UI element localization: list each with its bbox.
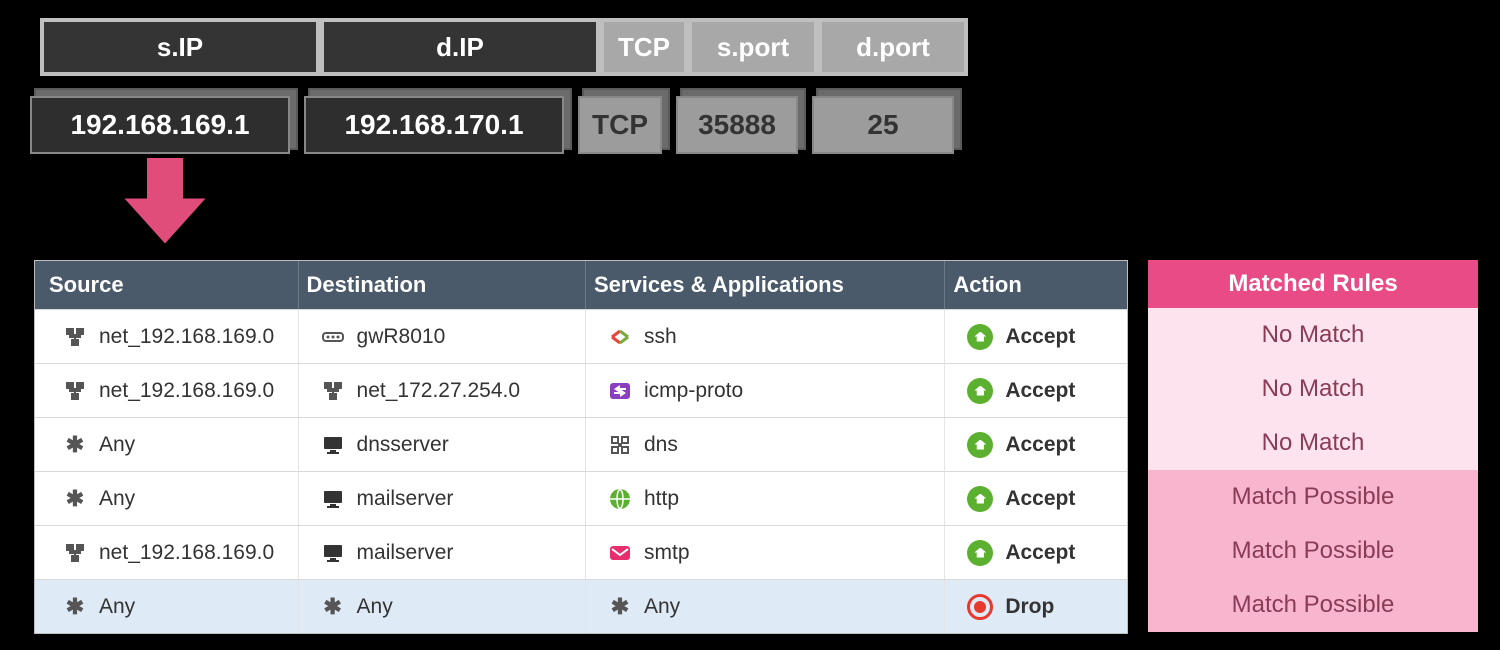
any-icon: ✱ (63, 595, 87, 619)
any-icon: ✱ (63, 487, 87, 511)
accept-icon (967, 378, 993, 404)
accept-icon (967, 432, 993, 458)
network-icon (63, 325, 87, 349)
any-icon: ✱ (608, 595, 632, 619)
cell-text: dnsserver (357, 433, 449, 457)
action-text: Accept (1005, 379, 1075, 403)
table-row[interactable]: net_192.168.169.0 mailserver smtp Accept (35, 525, 1127, 579)
matched-row: No Match (1148, 416, 1478, 470)
table-row[interactable]: net_192.168.169.0 net_172.27.254.0 icmp-pr… (35, 363, 1127, 417)
down-arrow-icon (120, 158, 210, 248)
cell-text: icmp-proto (644, 379, 743, 403)
table-row[interactable]: ✱ Any mailserver http Accept (35, 471, 1127, 525)
table-row[interactable]: net_192.168.169.0 gwR8010 ssh Accept (35, 309, 1127, 363)
cell-text: net_192.168.169.0 (99, 379, 274, 403)
cell-text: ssh (644, 325, 677, 349)
matched-row: No Match (1148, 308, 1478, 362)
table-row[interactable]: ✱ Any ✱ Any ✱ Any Drop (35, 579, 1127, 633)
cell-text: smtp (644, 541, 690, 565)
any-icon: ✱ (63, 433, 87, 457)
packet-header-labels: s.IP d.IP TCP s.port d.port (40, 18, 968, 76)
action-text: Drop (1005, 595, 1054, 619)
network-icon (321, 379, 345, 403)
accept-icon (967, 324, 993, 350)
cell-text: dns (644, 433, 678, 457)
rules-header-row: Source Destination Services & Applicatio… (35, 261, 1127, 309)
host-icon (321, 487, 345, 511)
label-dport: d.port (818, 18, 968, 76)
accept-icon (967, 540, 993, 566)
cell-text: gwR8010 (357, 325, 446, 349)
cell-text: net_172.27.254.0 (357, 379, 521, 403)
value-dport: 25 (812, 96, 954, 154)
value-sport: 35888 (676, 96, 798, 154)
smtp-icon (608, 541, 632, 565)
label-dip: d.IP (320, 18, 600, 76)
action-text: Accept (1005, 325, 1075, 349)
label-sport: s.port (688, 18, 818, 76)
network-icon (63, 541, 87, 565)
host-icon (321, 433, 345, 457)
gateway-icon (321, 325, 345, 349)
action-text: Accept (1005, 487, 1075, 511)
label-sip: s.IP (40, 18, 320, 76)
col-services: Services & Applications (586, 261, 945, 309)
col-source: Source (35, 261, 299, 309)
cell-text: Any (99, 595, 135, 619)
cell-text: mailserver (357, 541, 454, 565)
matched-header: Matched Rules (1148, 260, 1478, 308)
value-sip: 192.168.169.1 (30, 96, 290, 154)
value-dip: 192.168.170.1 (304, 96, 564, 154)
accept-icon (967, 486, 993, 512)
ssh-icon (608, 325, 632, 349)
cell-text: Any (99, 433, 135, 457)
matched-row: No Match (1148, 362, 1478, 416)
host-icon (321, 541, 345, 565)
http-icon (608, 487, 632, 511)
matched-row: Match Possible (1148, 470, 1478, 524)
drop-icon (967, 594, 993, 620)
cell-text: Any (644, 595, 680, 619)
firewall-rules-table: Source Destination Services & Applicatio… (34, 260, 1128, 634)
matched-row: Match Possible (1148, 524, 1478, 578)
dns-icon (608, 433, 632, 457)
any-icon: ✱ (321, 595, 345, 619)
cell-text: net_192.168.169.0 (99, 541, 274, 565)
cell-text: http (644, 487, 679, 511)
table-row[interactable]: ✱ Any dnsserver dns Accept (35, 417, 1127, 471)
action-text: Accept (1005, 541, 1075, 565)
network-icon (63, 379, 87, 403)
matched-row: Match Possible (1148, 578, 1478, 632)
cell-text: mailserver (357, 487, 454, 511)
value-proto: TCP (578, 96, 662, 154)
cell-text: Any (99, 487, 135, 511)
packet-values: 192.168.169.1 192.168.170.1 TCP 35888 25 (30, 96, 954, 154)
matched-rules-panel: Matched Rules No MatchNo MatchNo MatchMa… (1148, 260, 1478, 632)
label-proto: TCP (600, 18, 688, 76)
col-dest: Destination (299, 261, 586, 309)
icmp-icon (608, 379, 632, 403)
cell-text: Any (357, 595, 393, 619)
cell-text: net_192.168.169.0 (99, 325, 274, 349)
col-action: Action (945, 261, 1127, 309)
action-text: Accept (1005, 433, 1075, 457)
